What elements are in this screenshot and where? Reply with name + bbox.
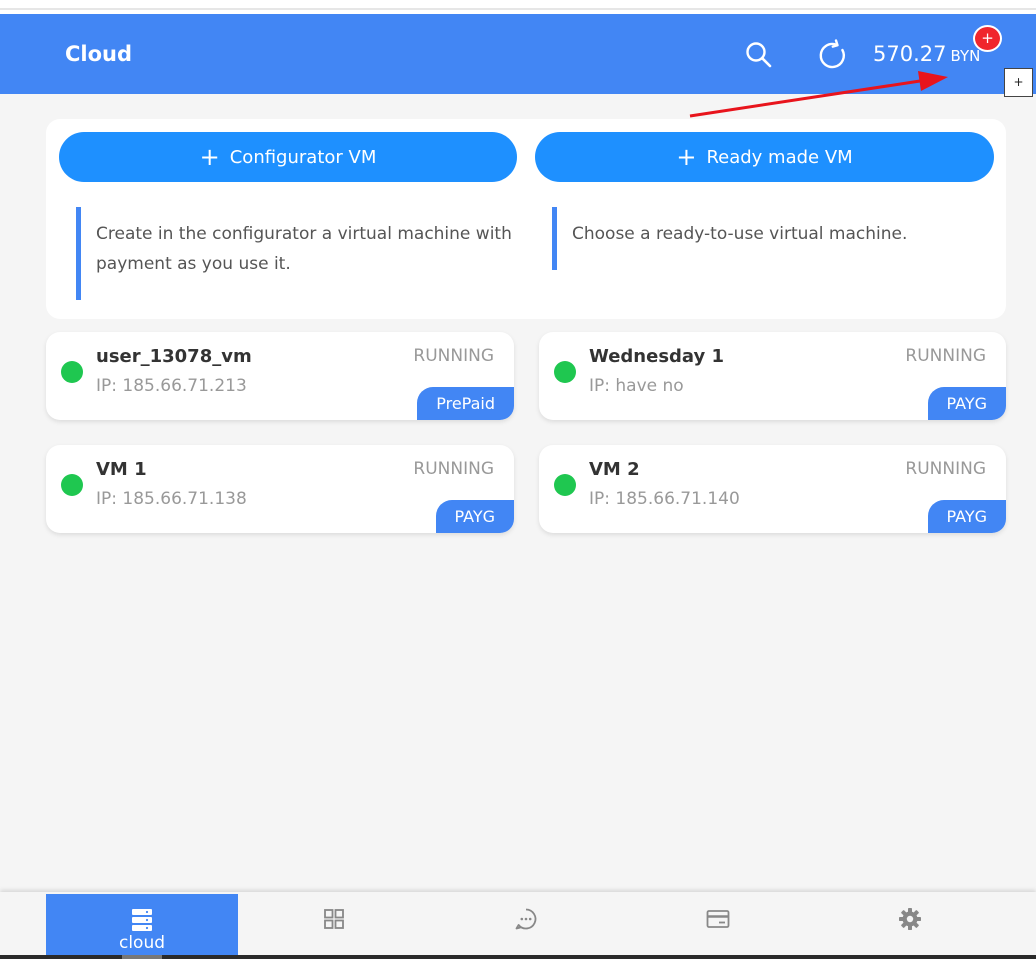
vm-ip: IP: 185.66.71.140 [589, 489, 740, 509]
vm-status: RUNNING [905, 459, 986, 479]
create-vm-panel: + Configurator VM + Ready made VM Create… [46, 119, 1006, 319]
plus-icon: + [676, 143, 697, 171]
grid-icon [324, 909, 344, 929]
ready-made-vm-button[interactable]: + Ready made VM [535, 132, 994, 182]
vm-status: RUNNING [905, 346, 986, 366]
add-button[interactable]: + [1004, 68, 1033, 97]
plan-badge: PAYG [435, 500, 514, 533]
nav-item-billing[interactable] [622, 894, 814, 955]
window-bottom-edge [0, 955, 1036, 959]
nav-item-chat[interactable] [430, 894, 622, 955]
vm-ip: IP: 185.66.71.138 [96, 489, 247, 509]
plan-badge: PAYG [927, 500, 1006, 533]
plus-icon: + [199, 143, 220, 171]
vm-name: user_13078_vm [96, 346, 252, 367]
configurator-description: Create in the configurator a virtual mac… [76, 207, 516, 300]
bottom-navigation: cloud [0, 892, 1036, 955]
nav-label-cloud: cloud [118, 933, 166, 953]
nav-item-cloud[interactable]: cloud [46, 894, 238, 955]
ready-made-vm-label: Ready made VM [706, 146, 853, 168]
plan-badge: PrePaid [417, 387, 514, 420]
ready-made-description: Choose a ready-to-use virtual machine. [552, 207, 992, 270]
active-indicator [122, 955, 162, 959]
balance-currency: BYN [950, 47, 981, 65]
vm-name: Wednesday 1 [589, 346, 725, 367]
balance-display[interactable]: 570.27 BYN [873, 42, 980, 66]
configurator-vm-button[interactable]: + Configurator VM [59, 132, 517, 182]
chat-icon [515, 908, 537, 930]
running-status-dot [61, 474, 83, 496]
vm-card[interactable]: VM 1 IP: 185.66.71.138 RUNNING PAYG [46, 445, 514, 533]
gear-icon [899, 908, 921, 930]
nav-item-settings[interactable] [814, 894, 1006, 955]
balance-amount: 570.27 [873, 42, 947, 66]
vm-status: RUNNING [413, 459, 494, 479]
vm-card[interactable]: user_13078_vm IP: 185.66.71.213 RUNNING … [46, 332, 514, 420]
refresh-icon[interactable] [816, 39, 848, 71]
vm-name: VM 1 [96, 459, 147, 480]
vm-ip: IP: have no [589, 376, 684, 396]
nav-item-apps[interactable] [238, 894, 430, 955]
running-status-dot [61, 361, 83, 383]
top-up-badge[interactable]: + [973, 25, 1002, 52]
configurator-vm-label: Configurator VM [229, 146, 377, 168]
server-icon [132, 909, 152, 931]
app-title: Cloud [65, 42, 133, 66]
top-divider [0, 8, 1036, 10]
vm-ip: IP: 185.66.71.213 [96, 376, 247, 396]
vm-card[interactable]: Wednesday 1 IP: have no RUNNING PAYG [539, 332, 1006, 420]
running-status-dot [554, 474, 576, 496]
browser-top-strip [0, 0, 1036, 14]
vm-status: RUNNING [413, 346, 494, 366]
search-icon[interactable] [744, 40, 774, 70]
vm-card[interactable]: VM 2 IP: 185.66.71.140 RUNNING PAYG [539, 445, 1006, 533]
plan-badge: PAYG [927, 387, 1006, 420]
running-status-dot [554, 361, 576, 383]
card-icon [706, 910, 730, 928]
vm-name: VM 2 [589, 459, 640, 480]
